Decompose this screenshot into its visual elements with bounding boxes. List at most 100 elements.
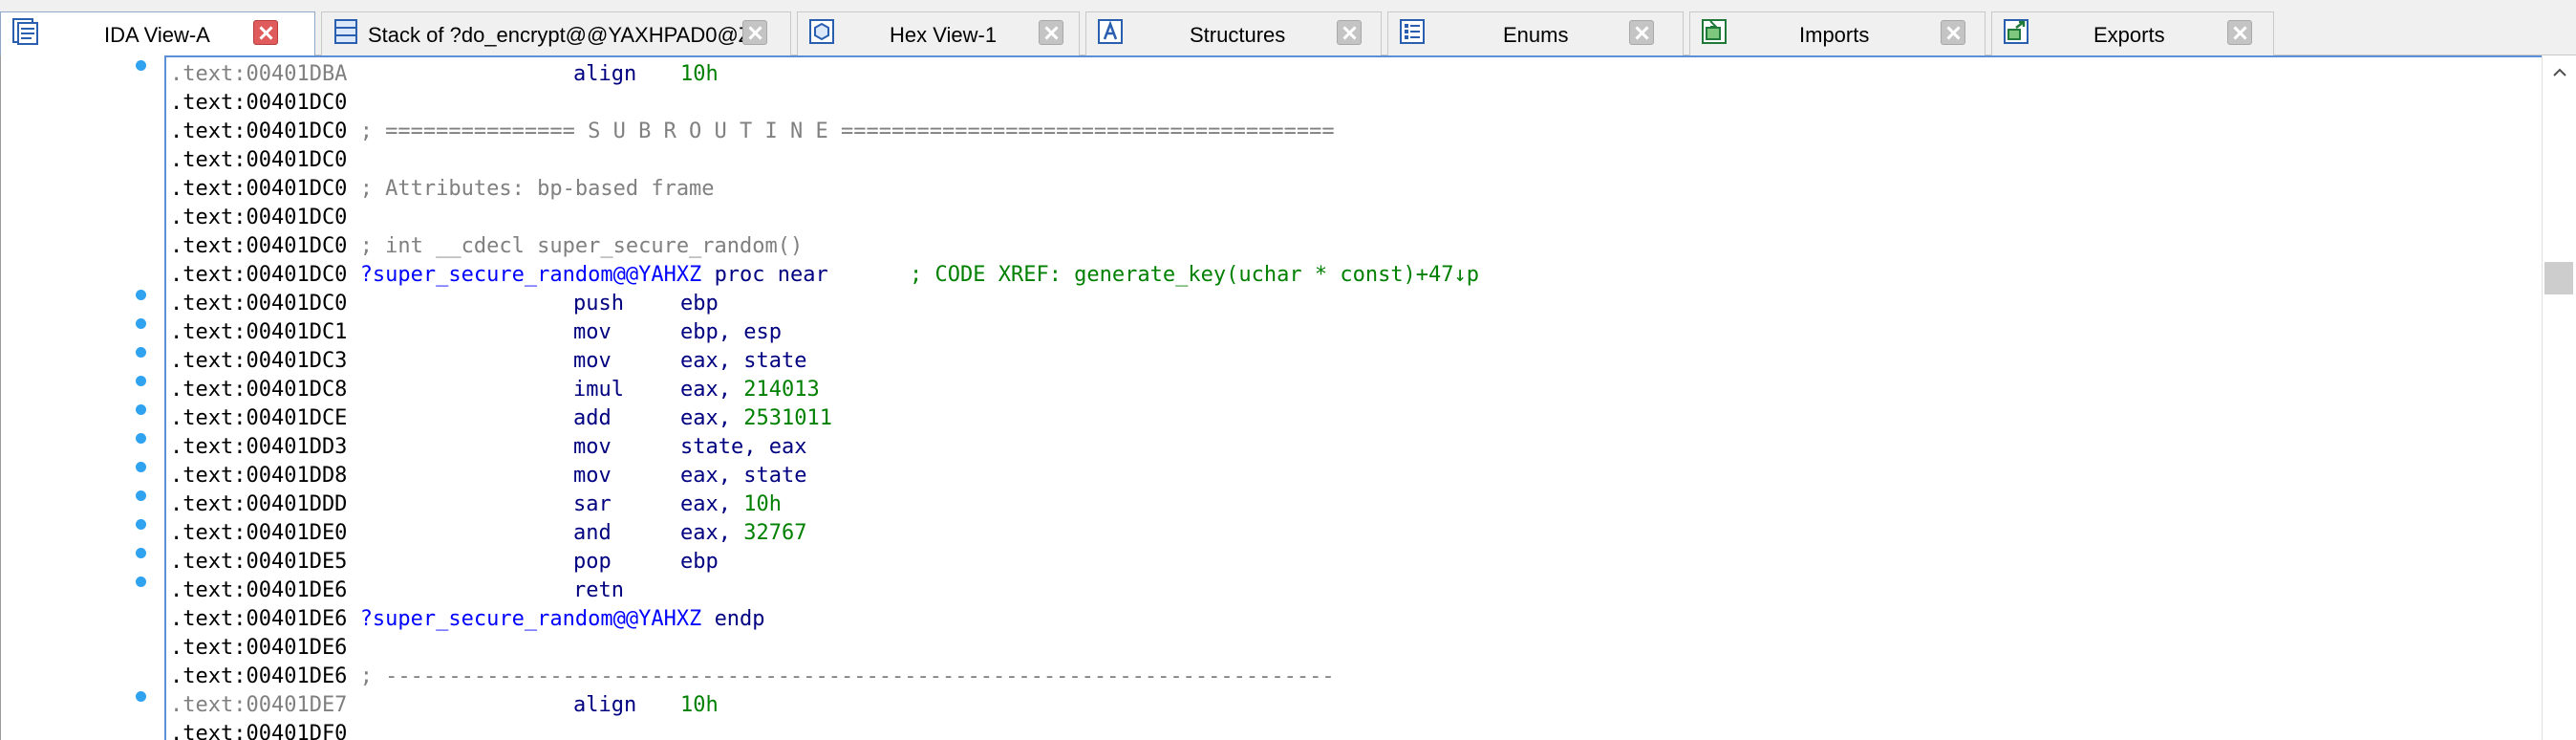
operands: eax, 10h (680, 490, 782, 519)
close-tab-icon[interactable] (1337, 20, 1362, 45)
code-line-dot (136, 433, 146, 444)
operand: eax, (680, 406, 744, 430)
operands: eax, 32767 (680, 519, 806, 548)
segment-address: .text:00401DE6 (170, 636, 348, 660)
tab-structures[interactable]: Structures (1085, 11, 1382, 55)
close-tab-icon[interactable] (1039, 20, 1063, 45)
code-line-dot (136, 490, 146, 501)
listing-line[interactable]: .text:00401DC0 (170, 204, 347, 232)
operand-number: 32767 (743, 521, 807, 545)
operand: eax, (680, 492, 744, 516)
listing-line[interactable]: .text:00401DDD sar eax, 10h (170, 490, 782, 519)
tab-label: Imports (1799, 23, 1870, 47)
operand: eax, (680, 521, 744, 545)
ida-view-icon (12, 18, 38, 45)
listing-line[interactable]: .text:00401DE6 ; -----------------------… (170, 663, 1335, 691)
close-tab-icon[interactable] (253, 20, 278, 45)
listing-line[interactable]: .text:00401DE5 pop ebp (170, 548, 719, 577)
operands: 10h (680, 691, 719, 720)
operands: ebp (680, 548, 719, 577)
listing-line[interactable]: .text:00401DC1 mov ebp, esp (170, 318, 782, 347)
listing-line[interactable]: .text:00401DBA align 10h (170, 60, 719, 89)
listing-line[interactable]: .text:00401DC0 (170, 146, 347, 175)
listing-line[interactable]: .text:00401DE6 (170, 634, 347, 663)
close-tab-icon[interactable] (1629, 20, 1654, 45)
operand: eax, (680, 378, 744, 402)
tab-label: Stack of ?do_encrypt@@YAXHPAD0@Z (368, 23, 752, 47)
listing-line[interactable]: .text:00401DC0 ?super_secure_random@@YAH… (170, 261, 1479, 290)
code-line-dot (136, 318, 146, 329)
segment-address: .text:00401DE7 (170, 693, 348, 717)
mnemonic: add (573, 406, 612, 430)
operands: eax, state (680, 347, 806, 376)
scroll-thumb[interactable] (2544, 262, 2573, 294)
segment-address: .text:00401DCE (170, 406, 348, 430)
segment-address: .text:00401DE0 (170, 521, 348, 545)
mnemonic: mov (573, 349, 612, 373)
segment-address: .text:00401DE6 (170, 664, 348, 688)
operands: ebp (680, 290, 719, 318)
tab-label: Enums (1503, 23, 1569, 47)
mnemonic: retn (573, 578, 624, 602)
listing-line[interactable]: .text:00401DC0 ; Attributes: bp-based fr… (170, 175, 715, 204)
function-name: ?super_secure_random@@YAHXZ (359, 263, 702, 287)
listing-line[interactable]: .text:00401DC0 ; =============== S U B R… (170, 118, 1335, 146)
listing-line[interactable]: .text:00401DF0 (170, 720, 347, 740)
mnemonic: push (573, 292, 624, 316)
segment-address: .text:00401DF0 (170, 722, 348, 740)
tab-hex-view-1[interactable]: Hex View-1 (797, 11, 1080, 55)
tab-label: Structures (1190, 23, 1286, 47)
operand: ebp, esp (680, 320, 782, 344)
listing-line[interactable]: .text:00401DE7 align 10h (170, 691, 719, 720)
operands: eax, 2531011 (680, 404, 832, 433)
listing-line[interactable]: .text:00401DD3 mov state, eax (170, 433, 806, 462)
code-line-dot (136, 691, 146, 702)
comment: ; =============== S U B R O U T I N E ==… (359, 120, 1335, 143)
listing-line[interactable]: .text:00401DC0 ; int __cdecl super_secur… (170, 232, 803, 261)
tab-imports[interactable]: Imports (1689, 11, 1986, 55)
listing-line[interactable]: .text:00401DC0 push ebp (170, 290, 719, 318)
listing-line[interactable]: .text:00401DE6 ?super_secure_random@@YAH… (170, 605, 765, 634)
segment-address: .text:00401DDD (170, 492, 348, 516)
segment-address: .text:00401DC0 (170, 91, 348, 115)
tab-ida-view-a[interactable]: IDA View-A (0, 11, 315, 56)
listing-line[interactable]: .text:00401DD8 mov eax, state (170, 462, 806, 490)
code-line-dot (136, 519, 146, 530)
listing-line[interactable]: .text:00401DE6 retn (170, 577, 624, 605)
mnemonic: align (573, 62, 637, 86)
mnemonic: mov (573, 435, 612, 459)
stack-icon (334, 19, 357, 44)
code-line-dot (136, 347, 146, 358)
close-tab-icon[interactable] (742, 20, 767, 45)
scroll-up-arrow-icon[interactable] (2552, 65, 2567, 80)
close-tab-icon[interactable] (2227, 20, 2252, 45)
code-line-dot (136, 404, 146, 415)
tab-enums[interactable]: Enums (1387, 11, 1684, 55)
tab-label: Exports (2093, 23, 2165, 47)
ida-view-a-listing[interactable]: .text:00401DBA align 10h .text:00401DC0 .tex… (164, 55, 2542, 740)
segment-address: .text:00401DC0 (170, 177, 348, 201)
listing-line[interactable]: .text:00401DE0 and eax, 32767 (170, 519, 806, 548)
hex-icon (809, 19, 834, 44)
listing-line[interactable]: .text:00401DCE add eax, 2531011 (170, 404, 832, 433)
tab-exports[interactable]: Exports (1991, 11, 2274, 55)
structures-icon (1098, 19, 1123, 44)
comment: ; --------------------------------------… (359, 664, 1335, 688)
listing-line[interactable]: .text:00401DC8 imul eax, 214013 (170, 376, 820, 404)
vertical-scrollbar[interactable] (2542, 55, 2576, 740)
code-line-dot (136, 577, 146, 587)
close-tab-icon[interactable] (1941, 20, 1965, 45)
listing-line[interactable]: .text:00401DC0 (170, 89, 347, 118)
operand: ebp (680, 292, 719, 316)
tab-stack-of-do-encrypt-yaxhpad0-z[interactable]: Stack of ?do_encrypt@@YAXHPAD0@Z (321, 11, 791, 55)
operand: eax, state (680, 349, 807, 373)
code-line-dot (136, 462, 146, 472)
operand: ebp (680, 550, 719, 574)
segment-address: .text:00401DE6 (170, 578, 348, 602)
operand-number: 10h (743, 492, 782, 516)
segment-address: .text:00401DD8 (170, 464, 348, 488)
function-name: ?super_secure_random@@YAHXZ (359, 607, 702, 631)
code-line-dot (136, 60, 146, 71)
segment-address: .text:00401DC0 (170, 263, 348, 287)
listing-line[interactable]: .text:00401DC3 mov eax, state (170, 347, 806, 376)
